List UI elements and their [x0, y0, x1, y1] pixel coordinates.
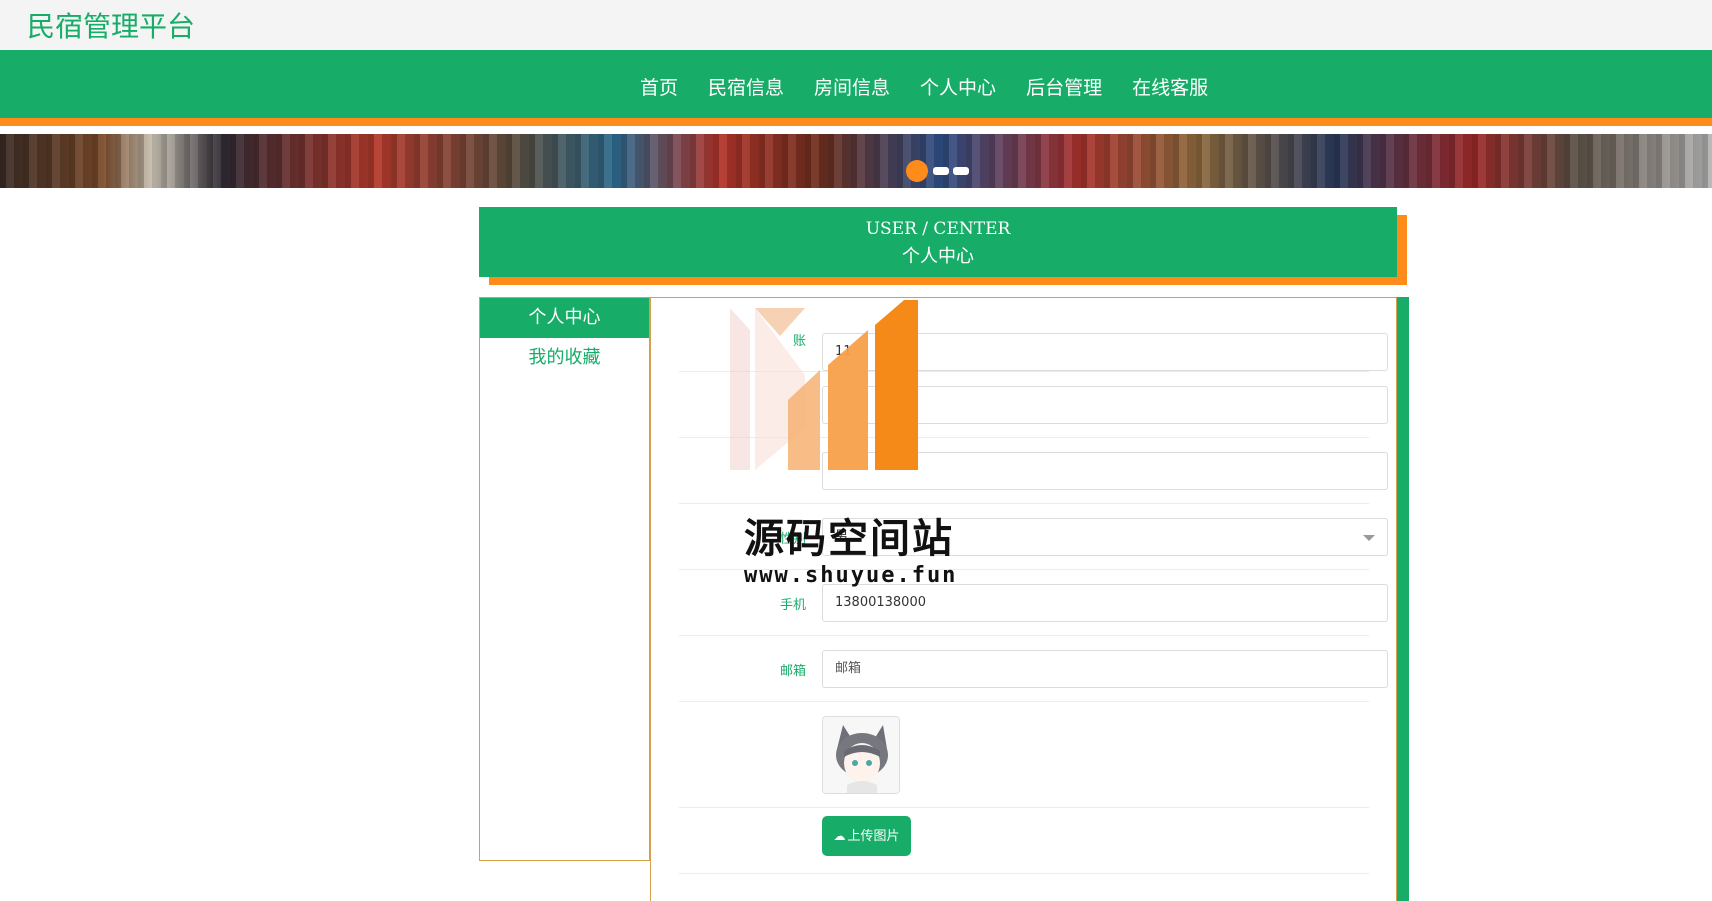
- upload-button-label: 上传图片: [847, 829, 900, 844]
- nav-item-user-center[interactable]: 个人中心: [920, 73, 996, 100]
- form-input-2[interactable]: [822, 386, 1388, 424]
- chevron-down-icon: [1363, 535, 1375, 541]
- form-row-account: 账 11: [679, 306, 1388, 372]
- upload-image-button[interactable]: ☁ 上传图片: [822, 816, 911, 856]
- form-row-3: [679, 438, 1388, 504]
- form-input-3[interactable]: [822, 452, 1388, 490]
- section-title-en: USER / CENTER: [865, 219, 1011, 239]
- user-sidebar: 个人中心 我的收藏: [479, 297, 650, 861]
- cloud-upload-icon: ☁: [833, 829, 846, 843]
- carousel-indicators: [906, 160, 973, 182]
- app-logo-title[interactable]: 民宿管理平台: [27, 5, 195, 45]
- nav-item-admin[interactable]: 后台管理: [1026, 73, 1102, 100]
- nav-item-customer-service[interactable]: 在线客服: [1132, 73, 1208, 100]
- email-input[interactable]: 邮箱: [822, 650, 1388, 688]
- form-row-email: 邮箱 邮箱: [679, 636, 1388, 702]
- carousel-banner[interactable]: [0, 134, 1712, 188]
- sidebar-item-user-center[interactable]: 个人中心: [480, 298, 649, 338]
- account-input[interactable]: 11: [822, 333, 1388, 371]
- nav-item-homestay-info[interactable]: 民宿信息: [708, 73, 784, 100]
- main-navbar: 首页 民宿信息 房间信息 个人中心 后台管理 在线客服: [0, 50, 1712, 126]
- nav-menu: 首页 民宿信息 房间信息 个人中心 后台管理 在线客服: [640, 73, 1238, 100]
- top-bar: 民宿管理平台: [0, 0, 1712, 50]
- nav-item-home[interactable]: 首页: [640, 73, 678, 100]
- carousel-dot-active[interactable]: [906, 160, 928, 182]
- watermark-name: 源码空间站: [744, 516, 954, 562]
- nav-item-room-info[interactable]: 房间信息: [814, 73, 890, 100]
- account-label: 账: [792, 334, 806, 349]
- form-row-avatar: [679, 702, 1369, 808]
- carousel-dot[interactable]: [933, 167, 949, 175]
- profile-form-panel: 账 11 性别 男 手机 13800138000 邮箱 邮箱 ☁ 上传图片: [650, 297, 1397, 901]
- section-header: USER / CENTER 个人中心: [479, 207, 1397, 277]
- form-row-upload: ☁ 上传图片: [679, 808, 1369, 874]
- avatar-image: [822, 716, 900, 794]
- form-row-2: [679, 372, 1388, 438]
- phone-label: 手机: [779, 598, 806, 613]
- email-label: 邮箱: [779, 664, 806, 679]
- watermark-url: www.shuyue.fun: [744, 563, 958, 588]
- sidebar-item-favorites[interactable]: 我的收藏: [480, 338, 649, 378]
- carousel-dot[interactable]: [953, 167, 969, 175]
- section-title-cn: 个人中心: [902, 246, 974, 267]
- phone-input[interactable]: 13800138000: [822, 584, 1388, 622]
